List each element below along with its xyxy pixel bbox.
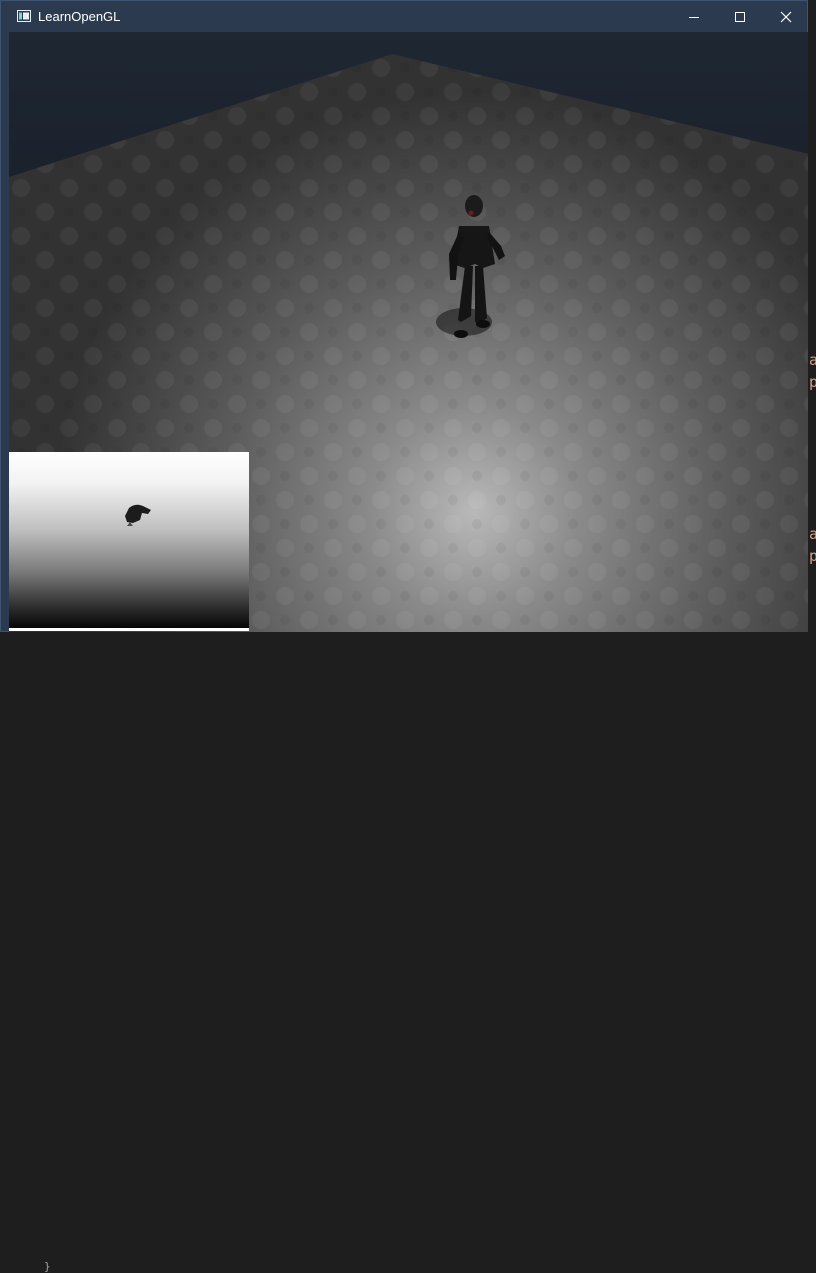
code-glyph: p [809, 547, 816, 565]
app-window-icon [17, 10, 31, 22]
learnopengl-window: LearnOpenGL [0, 0, 809, 632]
window-title: LearnOpenGL [38, 9, 121, 24]
maximize-icon [735, 11, 745, 22]
depth-map-silhouette [125, 504, 151, 526]
opengl-render-viewport[interactable] [9, 32, 809, 632]
code-glyph: a [809, 351, 816, 369]
minimize-icon [689, 16, 699, 18]
code-glyph: } [44, 1260, 51, 1273]
title-bar[interactable]: LearnOpenGL [1, 1, 807, 32]
background-editor-edge: a p a p [808, 0, 816, 639]
code-glyph: a [809, 525, 816, 543]
close-button[interactable] [763, 1, 809, 32]
close-icon [780, 11, 792, 22]
maximize-button[interactable] [717, 1, 763, 32]
minimize-button[interactable] [671, 1, 717, 32]
background-editor-bottom: } [0, 632, 816, 1272]
code-glyph: p [809, 373, 816, 391]
shadow-depth-map [9, 452, 249, 631]
